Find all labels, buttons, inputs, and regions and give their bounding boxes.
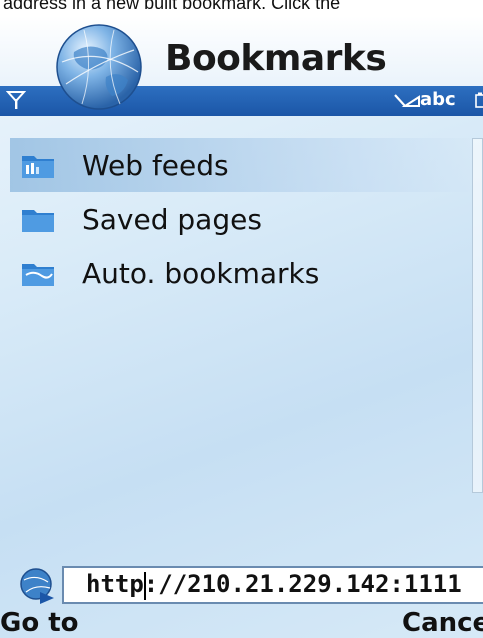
caption-text: r address in a new built bookmark. Click…	[0, 0, 341, 13]
url-input-value: http://210.21.229.142:1111	[86, 570, 462, 598]
list-item-label: Auto. bookmarks	[82, 256, 320, 290]
url-input[interactable]: http://210.21.229.142:1111	[62, 566, 483, 604]
web-feeds-folder-icon	[22, 156, 54, 178]
signal-antenna-icon	[6, 91, 26, 109]
auto-bookmarks-folder-icon	[22, 264, 54, 286]
browser-globe-icon	[56, 24, 142, 110]
list-scrollbar[interactable]	[472, 138, 483, 493]
web-address-globe-icon	[20, 568, 54, 604]
text-input-pen-icon	[394, 94, 420, 107]
address-bar: http://210.21.229.142:1111	[0, 562, 483, 606]
page-title: Bookmarks	[165, 38, 387, 79]
go-to-softkey[interactable]: Go to	[0, 608, 79, 638]
list-item-web-feeds[interactable]: Web feeds	[10, 138, 470, 192]
list-item-saved-pages[interactable]: Saved pages	[10, 192, 470, 246]
cancel-softkey[interactable]: Cancel	[402, 608, 483, 638]
saved-pages-folder-icon	[22, 210, 54, 232]
battery-icon	[475, 92, 483, 108]
instruction-caption: r address in a new built bookmark. Click…	[0, 0, 483, 16]
list-item-label: Saved pages	[82, 202, 262, 236]
input-mode-indicator: abc	[420, 89, 456, 110]
list-item-label: Web feeds	[82, 148, 229, 182]
softkey-bar: Go to Cancel	[0, 606, 483, 638]
text-cursor	[144, 572, 146, 600]
list-item-auto-bookmarks[interactable]: Auto. bookmarks	[10, 246, 470, 300]
bookmark-folder-list: Web feeds Saved pages Auto. bookmarks	[10, 138, 470, 300]
